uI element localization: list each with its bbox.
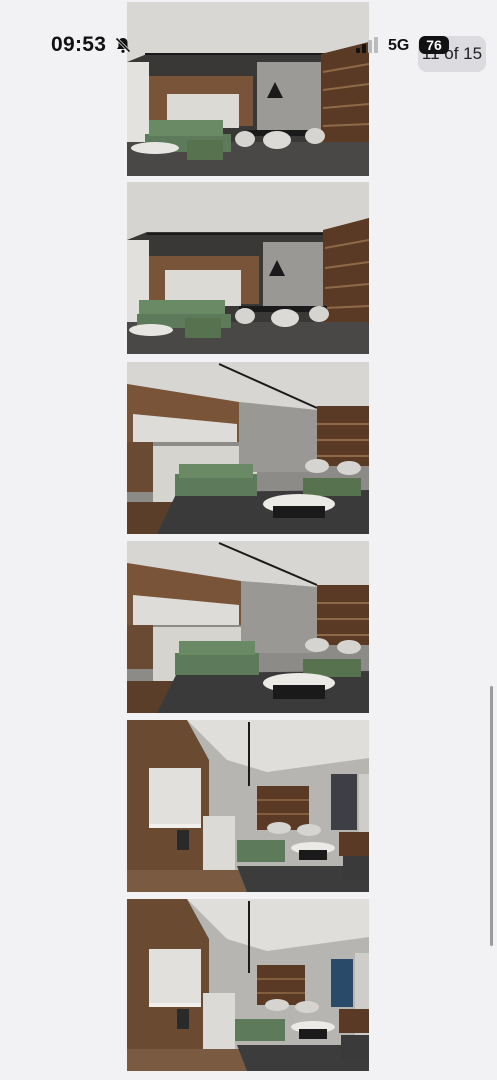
page-counter: 11 of 15 [418,36,486,72]
scrollbar[interactable] [490,686,493,946]
gallery-image-5[interactable] [127,720,369,892]
gallery-image-1[interactable] [127,2,369,176]
gallery-image-3[interactable] [127,362,369,534]
gallery-image-6[interactable] [127,899,369,1071]
status-time: 09:53 [51,33,107,56]
gallery-image-4[interactable] [127,541,369,713]
gallery-image-2[interactable] [127,182,369,354]
network-type: 5G [388,37,410,54]
